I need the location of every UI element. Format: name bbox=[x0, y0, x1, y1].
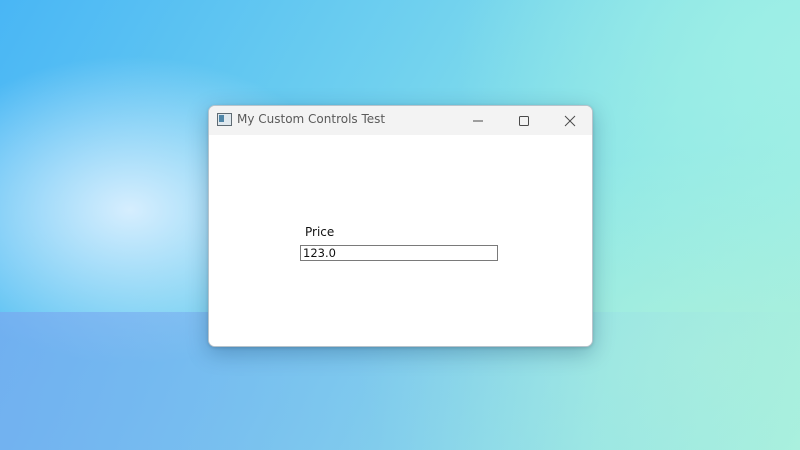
price-input[interactable] bbox=[300, 245, 498, 261]
window-content: Price bbox=[209, 135, 592, 346]
price-label: Price bbox=[305, 225, 335, 239]
minimize-icon bbox=[473, 120, 483, 121]
close-icon bbox=[564, 115, 576, 126]
desktop-background: My Custom Controls Test Price bbox=[0, 0, 800, 450]
maximize-icon bbox=[519, 115, 529, 126]
title-bar[interactable]: My Custom Controls Test bbox=[209, 106, 592, 135]
maximize-button[interactable] bbox=[501, 106, 547, 135]
window-title: My Custom Controls Test bbox=[237, 112, 386, 126]
close-button[interactable] bbox=[547, 106, 592, 135]
app-window-icon bbox=[217, 113, 232, 126]
minimize-button[interactable] bbox=[455, 106, 501, 135]
app-window: My Custom Controls Test Price bbox=[208, 105, 593, 347]
